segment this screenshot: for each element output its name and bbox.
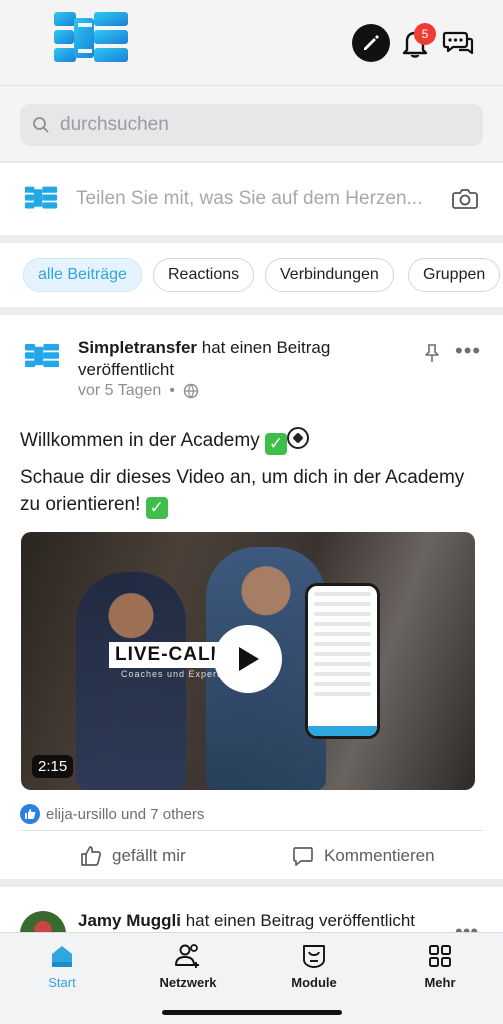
bottom-tab-bar: Start Netzwerk Module Mehr	[0, 932, 503, 1024]
post-composer[interactable]: Teilen Sie mit, was Sie auf dem Herzen..…	[0, 163, 503, 235]
camera-icon[interactable]	[452, 187, 478, 209]
tab-start-label: Start	[48, 975, 76, 990]
module-icon	[303, 945, 325, 968]
likes-summary[interactable]: elija-ursillo und 7 others	[20, 804, 204, 824]
likes-text: elija-ursillo und 7 others	[46, 805, 205, 823]
home-indicator	[162, 1010, 342, 1015]
post2-action-text: hat einen Beitrag veröffentlicht	[180, 911, 416, 930]
more-options-icon[interactable]: •••	[455, 340, 481, 362]
tab-module[interactable]: Module	[269, 941, 359, 990]
filter-chip-reactions[interactable]: Reactions	[153, 258, 255, 292]
like-reaction-icon	[20, 804, 40, 824]
comment-icon	[293, 847, 313, 866]
composer-placeholder[interactable]: Teilen Sie mit, was Sie auf dem Herzen..…	[76, 188, 436, 210]
post2-author-name[interactable]: Jamy Muggli	[78, 911, 181, 930]
people-icon	[175, 944, 199, 968]
post-meta: vor 5 Tagen •	[78, 382, 199, 400]
pin-icon[interactable]	[423, 343, 441, 363]
search-icon	[33, 117, 49, 133]
comment-label: Kommentieren	[324, 846, 435, 865]
tab-mehr-label: Mehr	[424, 975, 456, 990]
post-title: Willkommen in der Academy ✓	[20, 427, 309, 455]
video-phone-mockup	[305, 583, 380, 739]
home-icon	[52, 946, 72, 967]
app-logo[interactable]	[52, 10, 130, 66]
globe-icon	[183, 383, 199, 399]
feed-post: Simpletransfer hat einen Beitrag veröffe…	[0, 315, 503, 879]
like-button[interactable]: gefällt mir	[80, 845, 186, 867]
thumbs-up-icon	[81, 846, 102, 866]
check-emoji-icon: ✓	[264, 433, 287, 455]
soccer-ball-emoji-icon	[286, 427, 309, 449]
post-author-avatar[interactable]	[24, 341, 60, 371]
chat-icon[interactable]	[442, 28, 474, 58]
notification-badge: 5	[414, 23, 436, 45]
tab-netzwerk[interactable]: Netzwerk	[143, 941, 233, 990]
post2-header-text: Jamy Muggli hat einen Beitrag veröffentl…	[78, 911, 415, 931]
user-avatar-logo	[24, 186, 58, 209]
play-icon	[239, 647, 259, 671]
search-placeholder: durchsuchen	[60, 114, 169, 135]
post-divider	[20, 830, 483, 831]
video-player[interactable]: LIVE-CALL Coaches und Experten 2:15	[21, 532, 475, 790]
filter-chip-groups[interactable]: Gruppen	[408, 258, 501, 292]
tab-module-label: Module	[291, 975, 337, 990]
search-input[interactable]: durchsuchen	[20, 104, 483, 146]
filter-chips: alle Beiträge Reactions Verbindungen Gru…	[0, 243, 503, 307]
edit-button[interactable]	[352, 24, 390, 62]
video-person-left	[76, 572, 186, 790]
post-time: vor 5 Tagen	[78, 382, 162, 399]
video-duration: 2:15	[32, 755, 74, 778]
post-body: Schaue dir dieses Video an, um dich in d…	[20, 467, 465, 519]
video-overlay-title: LIVE-CALL	[109, 642, 230, 668]
check-emoji-icon: ✓	[145, 497, 168, 519]
tab-mehr[interactable]: Mehr	[395, 941, 485, 990]
filter-chip-all-posts[interactable]: alle Beiträge	[23, 258, 142, 292]
tab-netzwerk-label: Netzwerk	[159, 975, 217, 990]
meta-separator: •	[169, 382, 175, 399]
post-author-name[interactable]: Simpletransfer	[78, 338, 197, 357]
like-label: gefällt mir	[112, 846, 186, 865]
comment-button[interactable]: Kommentieren	[292, 845, 435, 867]
search-section: durchsuchen	[0, 86, 503, 162]
play-button[interactable]	[214, 625, 282, 693]
post-header-text: Simpletransfer hat einen Beitrag veröffe…	[78, 337, 408, 381]
filter-chip-connections[interactable]: Verbindungen	[265, 258, 394, 292]
pencil-icon	[364, 35, 379, 50]
grid-icon	[429, 945, 451, 967]
tab-start[interactable]: Start	[17, 941, 107, 990]
app-header: 5	[0, 0, 503, 86]
